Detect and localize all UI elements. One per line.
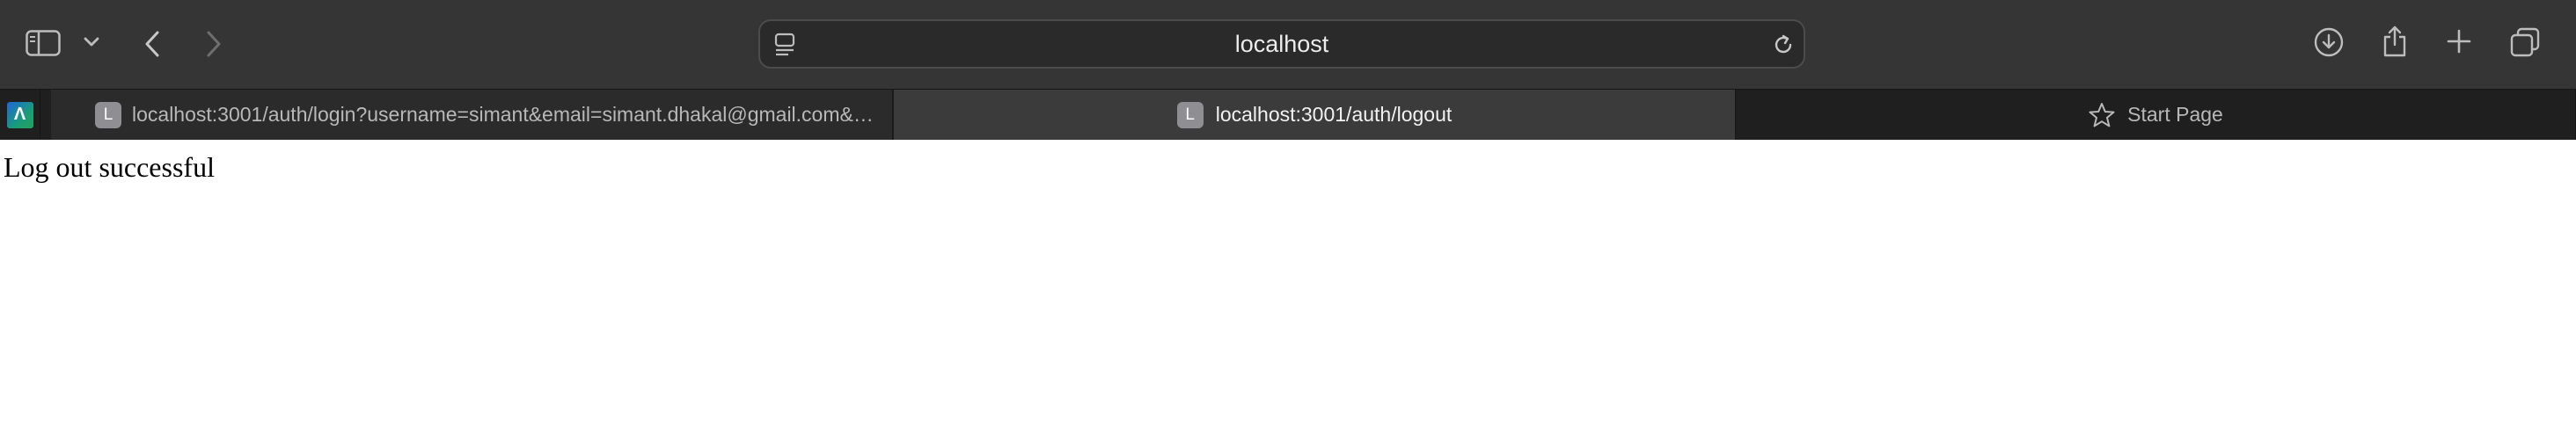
chevron-right-icon[interactable] <box>201 26 227 62</box>
tab-login[interactable]: L localhost:3001/auth/login?username=sim… <box>51 90 893 140</box>
download-icon[interactable] <box>2312 25 2345 59</box>
address-bar[interactable]: localhost <box>758 19 1805 69</box>
share-icon[interactable] <box>2379 23 2411 60</box>
pinned-tab-favicon: Λ <box>6 101 33 128</box>
tab-favicon: L <box>1176 101 1204 128</box>
pinned-tab[interactable]: Λ <box>0 90 40 140</box>
page-content: Log out successful <box>0 141 2576 436</box>
tab-title: localhost:3001/auth/login?username=siman… <box>132 103 880 126</box>
plus-icon[interactable] <box>2444 26 2474 56</box>
reload-icon[interactable] <box>1770 32 1797 58</box>
star-icon <box>2089 102 2115 128</box>
chevron-down-icon[interactable] <box>81 32 102 53</box>
chevron-left-icon[interactable] <box>139 26 165 62</box>
sidebar-icon[interactable] <box>25 26 62 60</box>
url-text: localhost <box>1234 30 1329 57</box>
tab-title: Start Page <box>2127 103 2223 126</box>
tab-logout-active[interactable]: L localhost:3001/auth/logout <box>894 90 1736 140</box>
tab-start-page[interactable]: Start Page <box>1737 90 2576 140</box>
browser-toolbar: localhost <box>0 0 2576 89</box>
tab-bar: Λ L localhost:3001/auth/login?username=s… <box>0 89 2576 140</box>
logout-message: Log out successful <box>4 151 215 183</box>
tab-title: localhost:3001/auth/logout <box>1215 103 1453 126</box>
tab-favicon: L <box>95 102 121 128</box>
tab-overview-icon[interactable] <box>2509 26 2541 58</box>
